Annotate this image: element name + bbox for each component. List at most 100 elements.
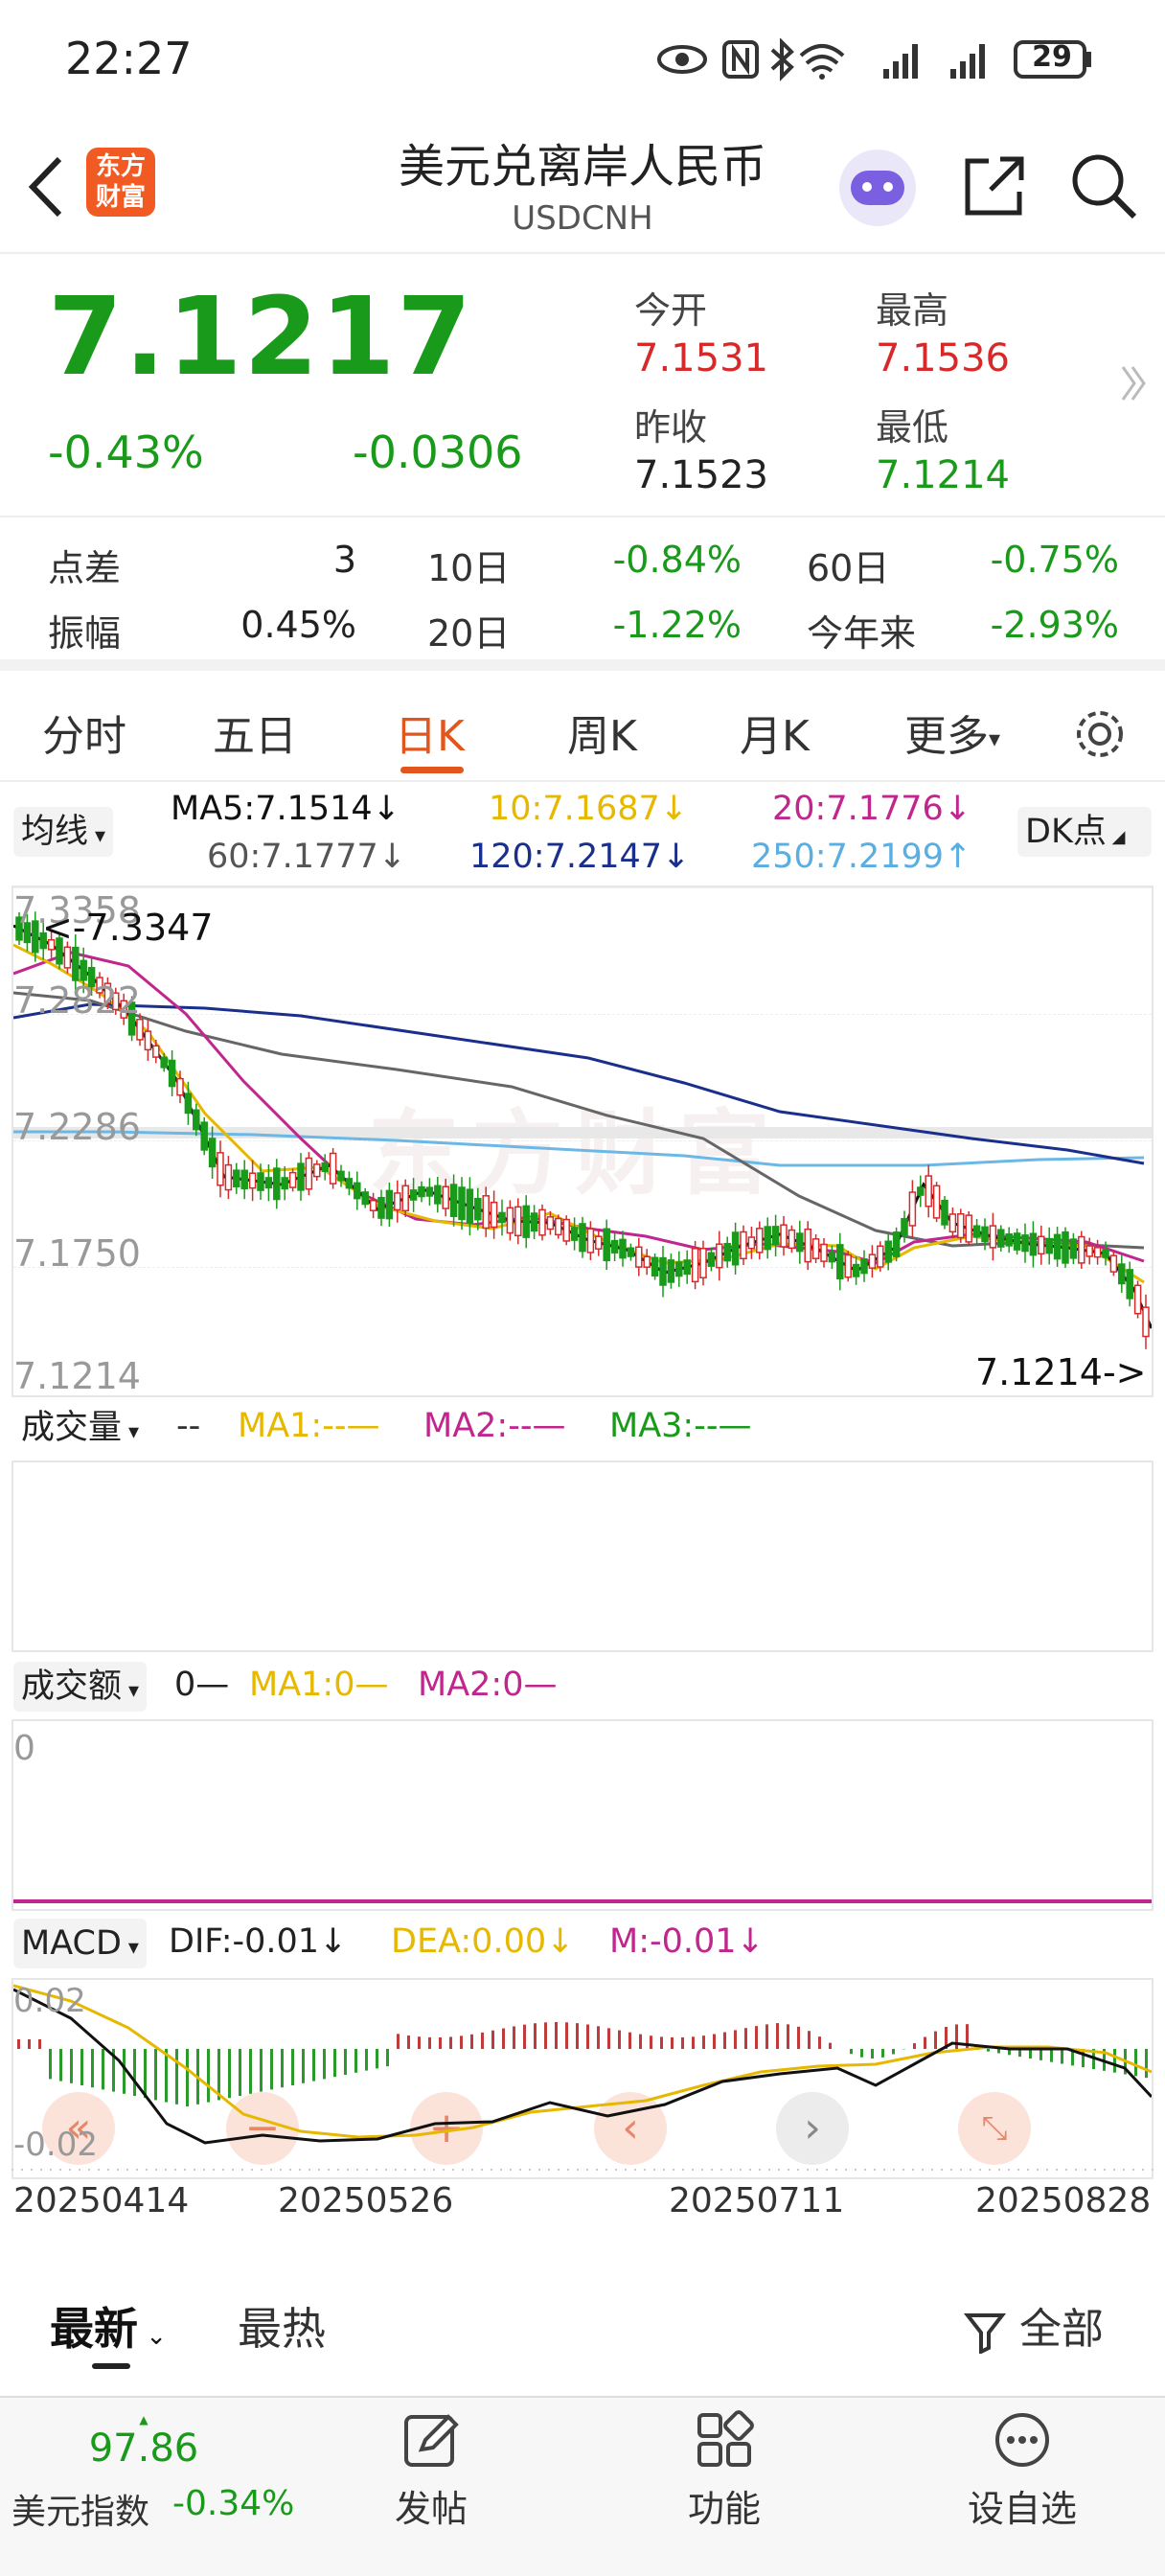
x-date-3: 20250711: [669, 2181, 845, 2220]
d20-label: 20日: [427, 612, 511, 655]
tab-more[interactable]: 更多▾: [904, 702, 1000, 763]
grid-icon: [697, 2410, 754, 2467]
last-price: 7.1217: [48, 275, 474, 400]
candle-body: [184, 1092, 193, 1115]
candle-body: [449, 1184, 458, 1217]
share-icon[interactable]: [960, 151, 1029, 220]
candle-body: [418, 1185, 425, 1198]
candle-body: [788, 1229, 796, 1250]
macd-dea: DEA:0.00↓: [391, 1922, 575, 1961]
candle-body: [699, 1248, 707, 1278]
search-icon[interactable]: [1067, 150, 1140, 222]
candle-body: [619, 1238, 627, 1259]
y-label-bottom: 7.1214: [13, 1355, 141, 1397]
candle-body: [892, 1231, 901, 1257]
turnover-chart[interactable]: 0: [11, 1719, 1154, 1911]
x-date-1: 20250414: [13, 2181, 190, 2220]
candle-body: [1038, 1235, 1045, 1255]
candle-body: [972, 1225, 981, 1238]
macd-chart[interactable]: 0.02 -0.02: [11, 1978, 1154, 2179]
y-label-3: 7.2286: [13, 1106, 141, 1148]
ma120-legend: 120:7.2147↓: [469, 838, 691, 876]
candle-body: [780, 1224, 788, 1248]
battery-level: 29: [1032, 40, 1072, 74]
candle-body: [675, 1261, 683, 1277]
candle-body: [1102, 1249, 1109, 1258]
tab-latest[interactable]: 最新 ⌄: [50, 2294, 167, 2358]
candle-body: [852, 1263, 860, 1277]
candle-body: [828, 1252, 836, 1263]
candle-body: [1126, 1269, 1133, 1300]
candle-body: [731, 1231, 740, 1266]
assistant-avatar[interactable]: [839, 150, 916, 226]
tab-five-day[interactable]: 五日: [213, 702, 297, 763]
status-time: 22:27: [65, 33, 193, 84]
eye-icon: [657, 45, 707, 74]
dk-points-label: DK点: [1025, 813, 1107, 851]
post-label: 发帖: [394, 2488, 468, 2530]
volume-selector[interactable]: 成交量 ▾: [13, 1403, 148, 1453]
candle-body: [361, 1191, 369, 1206]
candle-body: [498, 1211, 506, 1224]
settings-icon[interactable]: [1071, 705, 1129, 763]
candle-body: [989, 1225, 997, 1249]
tab-weekly-k[interactable]: 周K: [567, 702, 637, 763]
candle-body: [562, 1218, 570, 1242]
candle-body: [747, 1236, 756, 1250]
candle-body: [957, 1212, 965, 1239]
tab-intraday[interactable]: 分时: [42, 702, 126, 763]
dollar-index-widget[interactable]: ▲ 97.86 美元指数 -0.34%: [0, 2398, 294, 2576]
macd-y-bottom: -0.02: [13, 2126, 98, 2164]
add-watchlist-button[interactable]: 设自选: [950, 2409, 1094, 2532]
ma5-legend: MA5:7.1514↓: [171, 790, 400, 828]
candle-body: [707, 1252, 716, 1267]
change-percent: -0.43%: [48, 426, 204, 478]
dk-points-button[interactable]: DK点 ◢: [1017, 807, 1152, 857]
candle-body: [538, 1208, 546, 1236]
candle-body: [377, 1196, 385, 1219]
candle-body: [667, 1259, 675, 1283]
candle-body: [434, 1184, 442, 1205]
candle-body: [514, 1206, 522, 1237]
candle-body: [756, 1228, 764, 1254]
candle-body: [941, 1199, 948, 1226]
candle-body: [248, 1172, 257, 1189]
expand-chevron-icon[interactable]: [1119, 359, 1148, 407]
tab-hot[interactable]: 最热: [238, 2294, 326, 2358]
kline-chart[interactable]: 东方财富 7.3358 7.2822 7.2286 7.1750 7.1214 …: [11, 886, 1154, 1397]
candle-body: [168, 1059, 176, 1088]
active-tab-indicator: [400, 767, 464, 773]
bluetooth-icon: [770, 38, 794, 81]
volume-chart[interactable]: [11, 1460, 1154, 1652]
candle-body: [595, 1235, 603, 1250]
candle-body: [1093, 1247, 1102, 1258]
high-label: 最高: [876, 289, 949, 332]
candle-body: [1109, 1254, 1118, 1273]
ma-selector[interactable]: 均线 ▾: [13, 807, 114, 857]
tab-monthly-k[interactable]: 月K: [740, 702, 810, 763]
candle-body: [152, 1045, 160, 1058]
back-icon[interactable]: [23, 153, 71, 220]
candle-body: [764, 1226, 771, 1251]
candle-body: [868, 1254, 877, 1269]
post-button[interactable]: 发帖: [364, 2409, 498, 2532]
signal-icon-2: [950, 44, 985, 79]
candle-body: [844, 1254, 852, 1278]
turnover-selector[interactable]: 成交额 ▾: [13, 1662, 148, 1712]
wifi-icon: [799, 44, 845, 80]
macd-selector[interactable]: MACD ▾: [13, 1919, 147, 1968]
tab-daily-k[interactable]: 日K: [395, 702, 465, 763]
ytd-value: -2.93%: [990, 604, 1119, 646]
chart-area: 均线 ▾ MA5:7.1514↓ 10:7.1687↓ 20:7.1776↓ 6…: [0, 782, 1165, 2258]
y-label-4: 7.1750: [13, 1232, 141, 1275]
candle-body: [305, 1157, 313, 1190]
candle-body: [901, 1217, 908, 1236]
features-button[interactable]: 功能: [657, 2409, 791, 2532]
candle-body: [1029, 1232, 1038, 1256]
edit-icon: [404, 2414, 459, 2467]
filter-all-button[interactable]: 全部: [963, 2294, 1104, 2356]
candle-body: [208, 1138, 217, 1168]
candle-body: [965, 1214, 972, 1243]
tab-more-label: 更多: [904, 712, 989, 761]
volume-selector-label: 成交量: [21, 1409, 123, 1447]
